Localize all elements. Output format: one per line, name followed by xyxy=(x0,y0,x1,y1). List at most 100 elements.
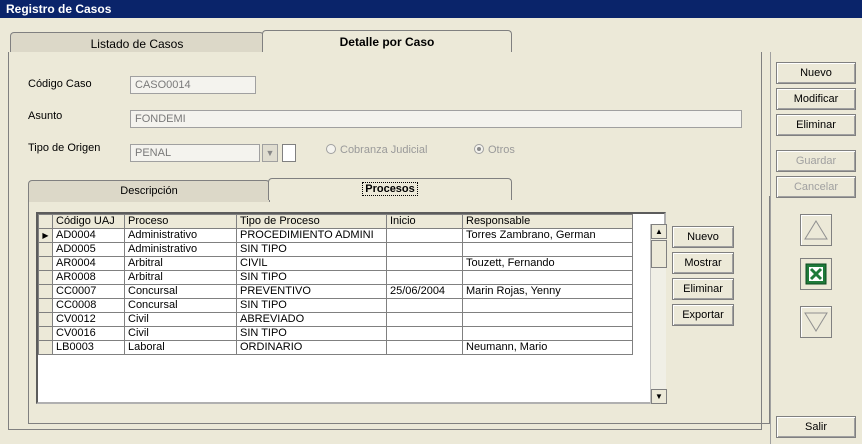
tipo-origen-select[interactable]: PENAL xyxy=(130,144,260,162)
table-cell[interactable]: AR0008 xyxy=(52,270,125,285)
tipo-origen-label: Tipo de Origen xyxy=(28,142,101,154)
table-cell[interactable]: ABREVIADO xyxy=(236,312,387,327)
procesos-grid[interactable]: Código UAJ Proceso Tipo de Proceso Inici… xyxy=(36,212,666,404)
scroll-down-icon[interactable]: ▼ xyxy=(651,389,667,404)
codigo-caso-label: Código Caso xyxy=(28,78,92,90)
grid-eliminar-button[interactable]: Eliminar xyxy=(672,278,734,300)
tab-listado-de-casos[interactable]: Listado de Casos xyxy=(10,32,264,54)
row-indicator[interactable] xyxy=(38,298,53,313)
table-cell[interactable]: Concursal xyxy=(124,284,237,299)
row-indicator[interactable] xyxy=(38,270,53,285)
table-cell[interactable] xyxy=(462,298,633,313)
table-cell[interactable]: CV0012 xyxy=(52,312,125,327)
table-cell[interactable]: SIN TIPO xyxy=(236,326,387,341)
table-cell[interactable]: Laboral xyxy=(124,340,237,355)
row-indicator[interactable] xyxy=(38,242,53,257)
column-header[interactable]: Tipo de Proceso xyxy=(236,214,387,229)
modificar-button[interactable]: Modificar xyxy=(776,88,856,110)
table-cell[interactable]: Administrativo xyxy=(124,242,237,257)
table-cell[interactable]: Arbitral xyxy=(124,270,237,285)
table-cell[interactable]: SIN TIPO xyxy=(236,298,387,313)
cancelar-button[interactable]: Cancelar xyxy=(776,176,856,198)
table-row[interactable]: ▶ AD0004 Administrativo PROCEDIMIENTO ADMIN… xyxy=(38,228,633,243)
table-cell[interactable]: AR0004 xyxy=(52,256,125,271)
table-cell[interactable] xyxy=(386,270,463,285)
table-row[interactable]: AR0008 Arbitral SIN TIPO xyxy=(38,270,633,285)
table-row[interactable]: CC0008 Concursal SIN TIPO xyxy=(38,298,633,313)
table-cell[interactable]: AD0004 xyxy=(52,228,125,243)
table-row[interactable]: CV0016 Civil SIN TIPO xyxy=(38,326,633,341)
table-cell[interactable]: PROCEDIMIENTO ADMINI xyxy=(236,228,387,243)
chevron-down-icon[interactable]: ▼ xyxy=(262,144,278,162)
table-cell[interactable] xyxy=(386,326,463,341)
table-cell[interactable]: CC0007 xyxy=(52,284,125,299)
grid-scrollbar[interactable]: ▲ ▼ xyxy=(650,224,667,404)
row-selector-icon[interactable]: ▶ xyxy=(38,228,53,243)
eliminar-button[interactable]: Eliminar xyxy=(776,114,856,136)
radio-otros[interactable]: Otros xyxy=(474,144,515,156)
codigo-caso-field[interactable]: CASO0014 xyxy=(130,76,256,94)
row-indicator[interactable] xyxy=(38,326,53,341)
row-indicator[interactable] xyxy=(38,284,53,299)
table-cell[interactable] xyxy=(462,270,633,285)
column-header[interactable]: Proceso xyxy=(124,214,237,229)
grid-exportar-button[interactable]: Exportar xyxy=(672,304,734,326)
scroll-up-icon[interactable]: ▲ xyxy=(651,224,667,239)
table-header-row: Código UAJ Proceso Tipo de Proceso Inici… xyxy=(38,214,633,229)
table-cell[interactable]: Neumann, Mario xyxy=(462,340,633,355)
row-indicator[interactable] xyxy=(38,256,53,271)
table-row[interactable]: CV0012 Civil ABREVIADO xyxy=(38,312,633,327)
down-arrow-icon[interactable] xyxy=(800,306,832,338)
salir-button[interactable]: Salir xyxy=(776,416,856,438)
table-cell[interactable] xyxy=(386,256,463,271)
grid-nuevo-button[interactable]: Nuevo xyxy=(672,226,734,248)
column-header[interactable]: Inicio xyxy=(386,214,463,229)
tab-detalle-por-caso[interactable]: Detalle por Caso xyxy=(262,30,512,54)
excel-icon[interactable] xyxy=(800,258,832,290)
table-cell[interactable] xyxy=(386,298,463,313)
table-cell[interactable]: Marin Rojas, Yenny xyxy=(462,284,633,299)
table-cell[interactable]: 25/06/2004 xyxy=(386,284,463,299)
guardar-button[interactable]: Guardar xyxy=(776,150,856,172)
radio-dot-selected-icon xyxy=(474,144,484,154)
table-cell[interactable]: Civil xyxy=(124,326,237,341)
table-row[interactable]: AD0005 Administrativo SIN TIPO xyxy=(38,242,633,257)
table-cell[interactable]: Touzett, Fernando xyxy=(462,256,633,271)
table-cell[interactable] xyxy=(386,242,463,257)
table-cell[interactable]: AD0005 xyxy=(52,242,125,257)
asunto-field[interactable]: FONDEMI xyxy=(130,110,742,128)
table-cell[interactable]: Arbitral xyxy=(124,256,237,271)
table-cell[interactable]: CIVIL xyxy=(236,256,387,271)
table-cell[interactable]: SIN TIPO xyxy=(236,242,387,257)
table-cell[interactable]: Civil xyxy=(124,312,237,327)
column-header[interactable]: Código UAJ xyxy=(52,214,125,229)
table-cell[interactable] xyxy=(462,326,633,341)
table-cell[interactable]: SIN TIPO xyxy=(236,270,387,285)
procesos-table: Código UAJ Proceso Tipo de Proceso Inici… xyxy=(38,214,633,355)
up-arrow-icon[interactable] xyxy=(800,214,832,246)
table-cell[interactable]: Torres Zambrano, German xyxy=(462,228,633,243)
table-cell[interactable]: CV0016 xyxy=(52,326,125,341)
table-cell[interactable]: ORDINARIO xyxy=(236,340,387,355)
table-cell[interactable] xyxy=(462,312,633,327)
table-cell[interactable] xyxy=(386,312,463,327)
table-cell[interactable]: LB0003 xyxy=(52,340,125,355)
tipo-origen-extra-box[interactable] xyxy=(282,144,296,162)
grid-mostrar-button[interactable]: Mostrar xyxy=(672,252,734,274)
table-row[interactable]: CC0007 Concursal PREVENTIVO 25/06/2004 Marin… xyxy=(38,284,633,299)
row-indicator[interactable] xyxy=(38,340,53,355)
nuevo-button[interactable]: Nuevo xyxy=(776,62,856,84)
column-header[interactable]: Responsable xyxy=(462,214,633,229)
row-indicator[interactable] xyxy=(38,312,53,327)
table-cell[interactable] xyxy=(386,340,463,355)
table-cell[interactable] xyxy=(462,242,633,257)
table-cell[interactable]: PREVENTIVO xyxy=(236,284,387,299)
table-cell[interactable]: CC0008 xyxy=(52,298,125,313)
table-cell[interactable]: Administrativo xyxy=(124,228,237,243)
table-cell[interactable]: Concursal xyxy=(124,298,237,313)
radio-cobranza-judicial[interactable]: Cobranza Judicial xyxy=(326,144,427,156)
scrollbar-thumb[interactable] xyxy=(651,240,667,268)
table-row[interactable]: LB0003 Laboral ORDINARIO Neumann, Mario xyxy=(38,340,633,355)
table-row[interactable]: AR0004 Arbitral CIVIL Touzett, Fernando xyxy=(38,256,633,271)
table-cell[interactable] xyxy=(386,228,463,243)
